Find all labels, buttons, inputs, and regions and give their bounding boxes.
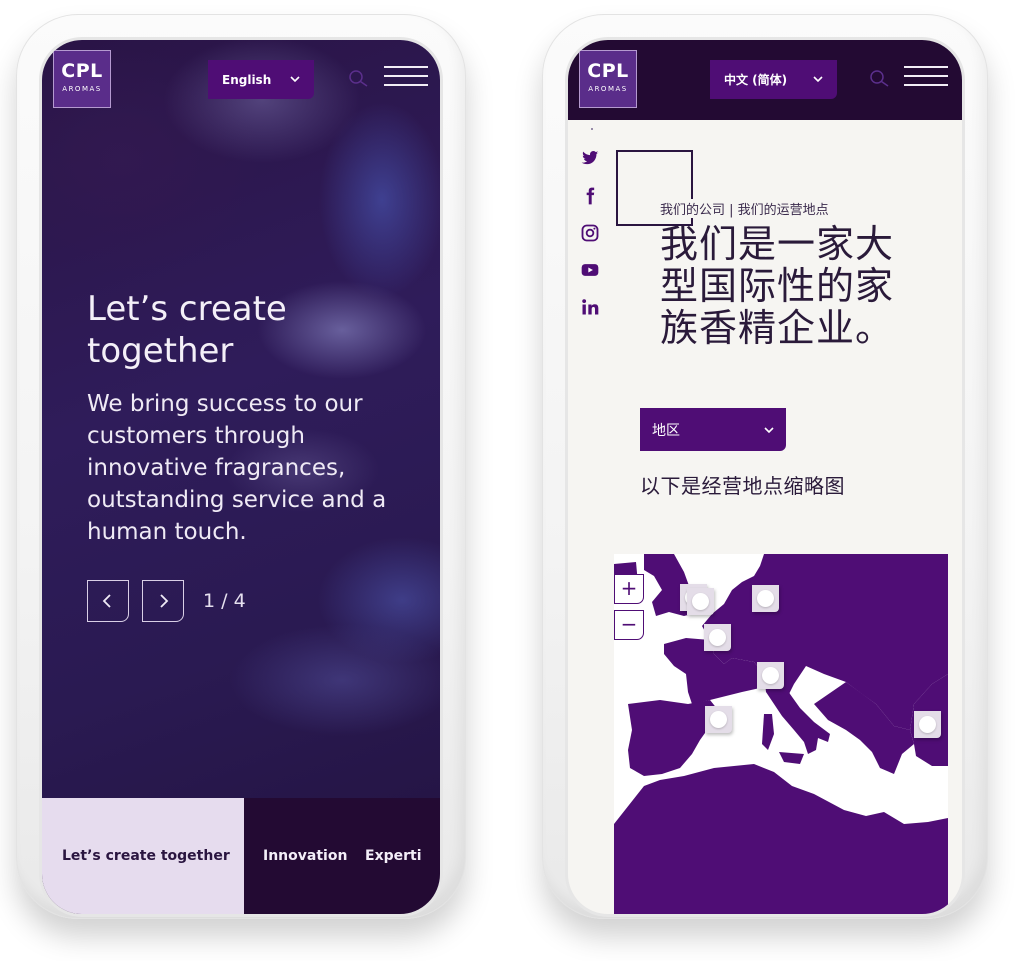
youtube-link[interactable] — [580, 260, 600, 280]
language-selector[interactable]: 中文 (简体) — [710, 60, 837, 99]
facebook-icon — [586, 187, 595, 205]
search-icon[interactable] — [347, 68, 371, 92]
map-location-marker[interactable] — [704, 624, 731, 651]
carousel-next-button[interactable] — [142, 580, 184, 622]
logo-subtext: AROMAS — [588, 85, 628, 93]
tab-lets-create-together[interactable]: Let’s create together — [42, 798, 244, 914]
instagram-link[interactable] — [580, 223, 600, 243]
breadcrumb: 我们的公司 | 我们的运营地点 — [660, 199, 833, 218]
twitter-link[interactable] — [580, 148, 600, 168]
logo-text: CPL — [587, 60, 629, 82]
slide-counter: 1 / 4 — [203, 590, 246, 612]
chevron-down-icon — [290, 76, 300, 83]
chevron-down-icon — [813, 76, 823, 83]
chevron-right-icon — [160, 594, 169, 608]
search-icon[interactable] — [868, 68, 892, 92]
tab-expertise[interactable]: Experti — [365, 798, 422, 914]
locations-map[interactable]: + − — [614, 554, 948, 914]
logo-text: CPL — [61, 60, 103, 82]
map-location-marker[interactable] — [687, 588, 714, 615]
page-title: 我们是一家大型国际性的家族香精企业。 — [660, 222, 895, 350]
site-header: CPL AROMAS English — [42, 40, 440, 120]
linkedin-icon — [582, 299, 599, 315]
map-zoom-in-button[interactable]: + — [614, 574, 644, 604]
region-dropdown[interactable]: 地区 — [640, 408, 786, 451]
language-selector[interactable]: English — [208, 60, 314, 99]
hamburger-menu-icon[interactable] — [384, 66, 428, 90]
chevron-left-icon — [102, 594, 111, 608]
instagram-icon — [581, 224, 599, 242]
carousel-prev-button[interactable] — [87, 580, 129, 622]
cpl-aromas-logo[interactable]: CPL AROMAS — [579, 50, 637, 108]
logo-subtext: AROMAS — [62, 85, 102, 93]
twitter-icon — [581, 151, 599, 165]
map-zoom-out-button[interactable]: − — [614, 610, 644, 640]
hero-description: We bring success to our customers throug… — [87, 391, 387, 545]
region-dropdown-label: 地区 — [652, 422, 680, 439]
language-label: 中文 (简体) — [724, 73, 788, 87]
language-label: English — [222, 72, 272, 87]
decorative-dot — [591, 128, 593, 130]
phone-screen: CPL AROMAS 中文 (简体) 我们的公司 | 我们的运营地点 我们是一家… — [568, 40, 962, 914]
hero-title: Let’s create together — [87, 289, 287, 371]
phone-screen: CPL AROMAS English Let’s create together… — [42, 40, 440, 914]
map-location-marker[interactable] — [752, 585, 779, 612]
facebook-link[interactable] — [580, 186, 600, 206]
hero-tabs: Let’s create together Innovation Experti — [42, 798, 440, 914]
map-location-marker[interactable] — [705, 706, 732, 733]
linkedin-link[interactable] — [580, 297, 600, 317]
map-location-marker[interactable] — [914, 711, 941, 738]
phone-mockup-chinese: CPL AROMAS 中文 (简体) 我们的公司 | 我们的运营地点 我们是一家… — [542, 14, 988, 919]
chevron-down-icon — [764, 427, 774, 434]
hamburger-menu-icon[interactable] — [904, 66, 948, 90]
map-caption: 以下是经营地点缩略图 — [640, 474, 845, 498]
tab-innovation[interactable]: Innovation — [244, 798, 365, 914]
cpl-aromas-logo[interactable]: CPL AROMAS — [53, 50, 111, 108]
map-location-marker[interactable] — [757, 662, 784, 689]
site-header: CPL AROMAS 中文 (简体) — [568, 40, 962, 120]
europe-map-landmass — [614, 554, 948, 914]
phone-mockup-english: CPL AROMAS English Let’s create together… — [16, 14, 466, 919]
youtube-icon — [581, 264, 599, 276]
